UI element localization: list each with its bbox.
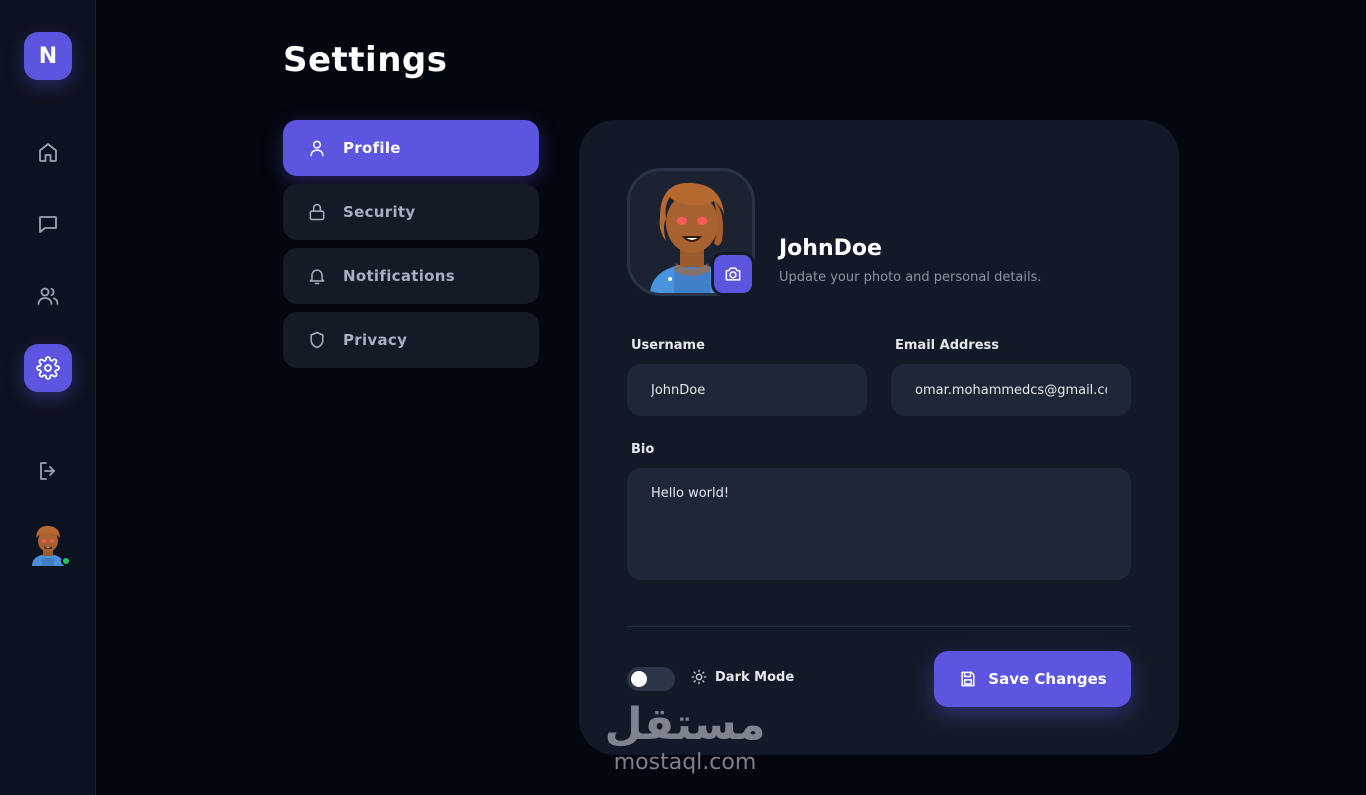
camera-icon <box>725 267 741 281</box>
watermark-arabic: مستقل <box>604 699 766 750</box>
settings-menu-security[interactable]: Security <box>283 184 539 240</box>
bio-textarea[interactable]: Hello world! <box>627 468 1131 580</box>
logout-icon <box>40 462 55 480</box>
settings-menu-privacy[interactable]: Privacy <box>283 312 539 368</box>
sun-icon <box>691 669 707 685</box>
username-input[interactable] <box>627 364 867 416</box>
sidebar: N <box>0 0 96 795</box>
dark-mode-label-group: Dark Mode <box>691 669 794 685</box>
settings-menu-label: Profile <box>343 139 401 157</box>
settings-menu-label: Notifications <box>343 267 455 285</box>
messages-nav-button[interactable] <box>24 200 72 248</box>
settings-nav-button[interactable] <box>24 344 72 392</box>
page-title: Settings <box>283 40 448 80</box>
home-nav-button[interactable] <box>24 128 72 176</box>
divider <box>627 626 1131 627</box>
settings-menu-label: Security <box>343 203 416 221</box>
username-label: Username <box>631 338 705 353</box>
users-icon <box>37 287 59 305</box>
email-input[interactable] <box>891 364 1131 416</box>
app-logo[interactable]: N <box>24 32 72 80</box>
email-label: Email Address <box>895 338 1000 353</box>
gear-icon <box>36 356 60 380</box>
bell-icon <box>309 269 325 285</box>
online-status-dot <box>61 556 71 566</box>
watermark-latin: mostaql.com <box>613 750 757 775</box>
toggle-knob <box>631 671 647 687</box>
profile-name: JohnDoe <box>779 236 882 261</box>
settings-menu-notifications[interactable]: Notifications <box>283 248 539 304</box>
users-nav-button[interactable] <box>24 272 72 320</box>
profile-card: JohnDoe Update your photo and personal d… <box>579 120 1179 755</box>
save-changes-label: Save Changes <box>988 670 1107 688</box>
user-icon <box>310 140 324 157</box>
save-icon <box>961 671 975 687</box>
lock-icon <box>309 203 325 221</box>
watermark: مستقل mostaql.com <box>600 700 770 776</box>
shield-icon <box>310 331 324 349</box>
settings-menu-label: Privacy <box>343 331 408 349</box>
settings-menu-profile[interactable]: Profile <box>283 120 539 176</box>
bio-label: Bio <box>631 442 655 457</box>
profile-subtitle: Update your photo and personal details. <box>779 270 1042 285</box>
dark-mode-label: Dark Mode <box>715 669 795 685</box>
home-icon <box>39 143 57 162</box>
change-photo-button[interactable] <box>711 252 755 296</box>
save-changes-button[interactable]: Save Changes <box>934 651 1131 707</box>
logout-button[interactable] <box>24 447 72 495</box>
dark-mode-toggle[interactable] <box>627 667 675 691</box>
chat-icon <box>39 216 57 233</box>
